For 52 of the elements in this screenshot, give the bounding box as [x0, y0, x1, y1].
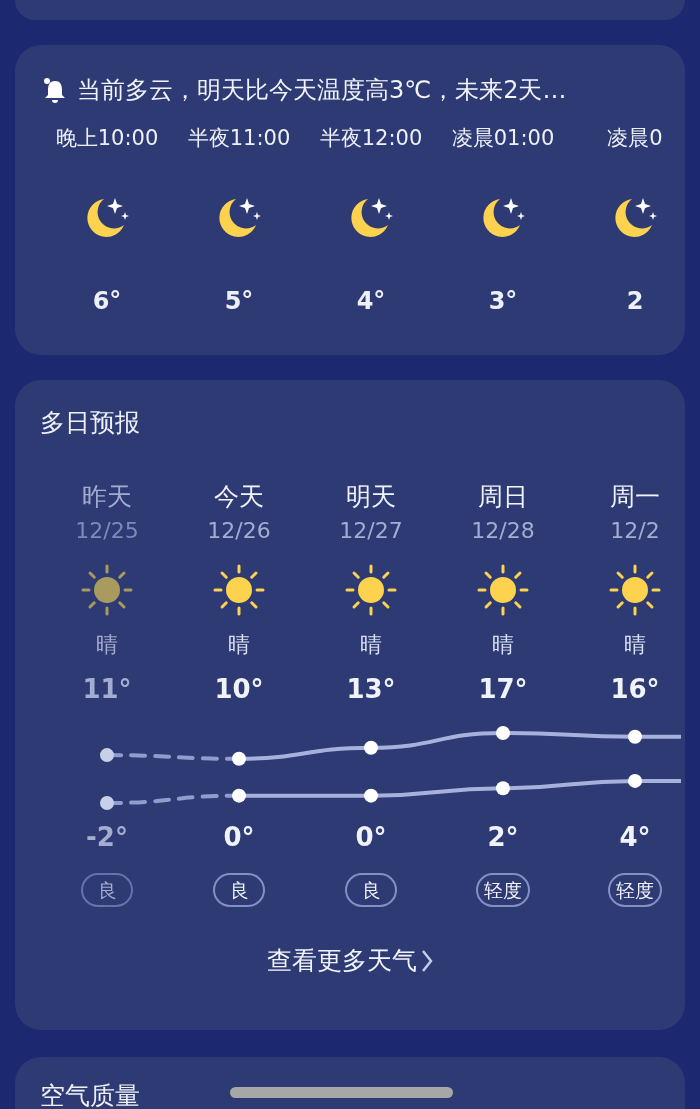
low-temperature: 0° [223, 821, 255, 853]
hour-temperature: 3° [488, 287, 518, 315]
sun-icon [344, 563, 398, 617]
high-temperature: 10° [214, 673, 264, 705]
hour-label: 凌晨0 [607, 125, 663, 151]
high-temperature: 16° [610, 673, 660, 705]
day-label: 周日 [478, 481, 528, 513]
hour-temperature: 6° [92, 287, 122, 315]
more-weather-button[interactable]: 查看更多天气 [267, 945, 433, 977]
sun-icon [80, 563, 134, 617]
date-label: 12/28 [471, 517, 535, 545]
weather-label: 晴 [360, 631, 382, 659]
day-label: 周一 [610, 481, 660, 513]
day-label: 昨天 [82, 481, 132, 513]
day-label: 今天 [214, 481, 264, 513]
low-temperature: -2° [86, 821, 128, 853]
weather-alert-text: 当前多云，明天比今天温度高3℃，未来2天… [77, 75, 567, 105]
high-temperature: 17° [478, 673, 528, 705]
chevron-right-icon [421, 949, 433, 973]
day-label: 明天 [346, 481, 396, 513]
air-quality-badge: 良 [81, 873, 133, 907]
weather-label: 晴 [492, 631, 514, 659]
high-temperature: 13° [346, 673, 396, 705]
date-label: 12/25 [75, 517, 139, 545]
hour-label: 晚上10:00 [55, 125, 159, 151]
hour-label: 半夜12:00 [319, 125, 423, 151]
air-quality-badge: 轻度 [476, 873, 530, 907]
air-quality-badge: 良 [345, 873, 397, 907]
low-temperature: 0° [355, 821, 387, 853]
date-label: 12/27 [339, 517, 403, 545]
weather-label: 晴 [228, 631, 250, 659]
hour-temperature: 5° [224, 287, 254, 315]
weather-label: 晴 [96, 631, 118, 659]
high-temperature: 11° [82, 673, 132, 705]
hour-label: 凌晨01:00 [451, 125, 555, 151]
air-quality-title: 空气质量 [40, 1081, 140, 1109]
air-quality-badge: 良 [213, 873, 265, 907]
forecast-title: 多日预报 [39, 407, 141, 439]
sun-icon [608, 563, 662, 617]
sun-icon [476, 563, 530, 617]
date-label: 12/2 [610, 517, 660, 545]
bell-icon [43, 77, 67, 103]
low-temperature: 2° [487, 821, 519, 853]
hour-temperature: 2 [626, 287, 644, 315]
sun-icon [212, 563, 266, 617]
weather-label: 晴 [624, 631, 646, 659]
hour-label: 半夜11:00 [187, 125, 291, 151]
low-temperature: 4° [619, 821, 651, 853]
air-quality-badge: 轻度 [608, 873, 662, 907]
home-indicator[interactable] [230, 1087, 453, 1098]
hour-temperature: 4° [356, 287, 386, 315]
date-label: 12/26 [207, 517, 271, 545]
